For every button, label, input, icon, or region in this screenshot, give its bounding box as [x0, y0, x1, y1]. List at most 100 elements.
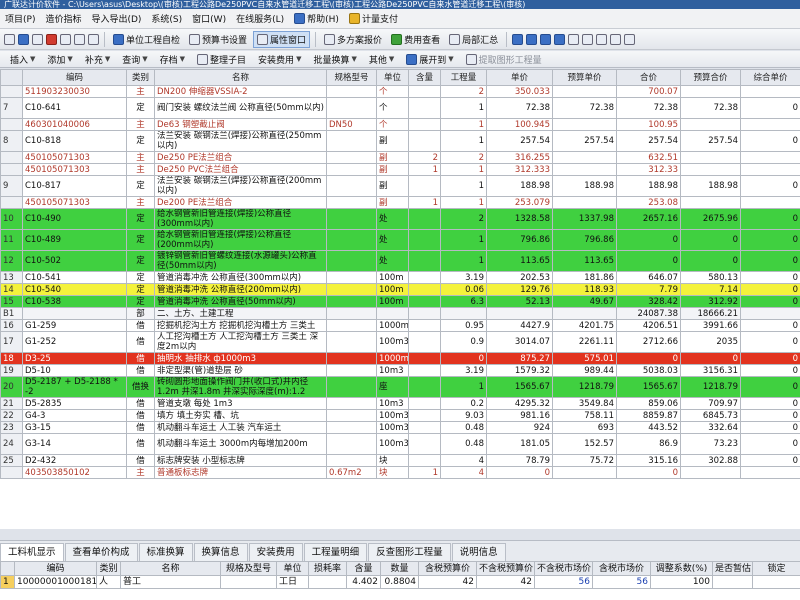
undo-icon[interactable]	[60, 33, 71, 45]
cell-quantity[interactable]: 0.48	[440, 433, 487, 455]
cell-total[interactable]: 24087.38	[616, 307, 681, 320]
cell-unit[interactable]: 副	[376, 163, 409, 176]
cell-spec[interactable]	[326, 250, 377, 272]
cell-spec[interactable]	[326, 130, 377, 152]
table-row[interactable]: 12 C10-502 定镀锌钢管新旧管螺纹连接(水源罐头)公称直径(50mm以内) 处…	[0, 250, 800, 272]
tab-description[interactable]: 说明信息	[451, 543, 506, 561]
cell-unit[interactable]: 100m	[376, 271, 409, 284]
cell-unit[interactable]: 个	[376, 118, 409, 131]
cell-price[interactable]: 113.65	[486, 250, 553, 272]
cell-budget-price[interactable]	[552, 151, 617, 164]
cell-budget-total[interactable]	[680, 163, 741, 176]
cell-ratio[interactable]	[408, 118, 441, 131]
cell-ratio[interactable]	[408, 433, 441, 455]
bottom-header-spec[interactable]: 规格及型号	[220, 561, 277, 576]
menu-window[interactable]: 窗口(W)	[187, 12, 231, 25]
bottom-header-lock[interactable]: 锁定	[752, 561, 800, 576]
cell-comp-price[interactable]: 0	[740, 454, 800, 467]
cell-price[interactable]: 4427.9	[486, 319, 553, 332]
cell-ratio[interactable]	[408, 331, 441, 353]
cell-total[interactable]: 632.51	[616, 151, 681, 164]
cell-code[interactable]: C10-817	[22, 175, 127, 197]
cell-price[interactable]: 181.05	[486, 433, 553, 455]
cell-quantity[interactable]: 1	[440, 130, 487, 152]
cell-budget-total[interactable]: 1218.79	[680, 376, 741, 398]
cell-name[interactable]: 管道消毒冲洗 公称直径(300mm以内)	[154, 271, 327, 284]
cell-code[interactable]: 450105071303	[22, 151, 127, 164]
cell-unit[interactable]: 100m3	[376, 421, 409, 434]
cell-price[interactable]: 253.079	[486, 196, 553, 209]
organize-items-button[interactable]: 整理子目	[193, 53, 250, 66]
other-button[interactable]: 其他 ▼	[365, 53, 398, 66]
cell-ratio[interactable]	[408, 85, 441, 98]
query-button[interactable]: 查询 ▼	[118, 53, 151, 66]
cell-quantity[interactable]: 1	[440, 97, 487, 119]
cell-category[interactable]: 借	[126, 364, 155, 377]
cell-comp-price[interactable]: 0	[740, 352, 800, 365]
cell-code[interactable]: C10-490	[22, 208, 127, 230]
cell-code[interactable]: D5-2835	[22, 397, 127, 410]
tab-reverse-graphic[interactable]: 反查图形工程量	[368, 543, 451, 561]
cell-ratio[interactable]: 1	[408, 163, 441, 176]
cell-spec[interactable]	[326, 208, 377, 230]
header-budget-price[interactable]: 预算单价	[552, 69, 617, 86]
menu-system[interactable]: 系统(S)	[146, 12, 187, 25]
cell-budget-total[interactable]: 73.23	[680, 433, 741, 455]
bottom-cell-lock[interactable]	[752, 575, 800, 589]
cell-spec[interactable]	[326, 421, 377, 434]
cell-total[interactable]: 7.79	[616, 283, 681, 296]
cell-name[interactable]: 法兰安装 碳钢法兰(焊接)公称直径(250mm以内)	[154, 130, 327, 152]
cell-name[interactable]: 管道消毒冲洗 公称直径(50mm以内)	[154, 295, 327, 308]
cell-price[interactable]: 52.13	[486, 295, 553, 308]
cell-comp-price[interactable]: 0	[740, 271, 800, 284]
cell-code[interactable]: 450105071303	[22, 196, 127, 209]
budget-grid[interactable]: 编码 类别 名称 规格型号 单位 含量 工程量 单价 预算单价 合价 预算合价 …	[0, 69, 800, 529]
cell-budget-price[interactable]: 1218.79	[552, 376, 617, 398]
cell-spec[interactable]	[326, 271, 377, 284]
budget-settings-button[interactable]: 预算书设置	[186, 32, 250, 47]
cell-budget-price[interactable]: 1337.98	[552, 208, 617, 230]
material-row[interactable]: 450105071303 主 De200 PE法兰组合副 1 1 253.079 253.0…	[0, 196, 800, 209]
cell-price[interactable]: 350.033	[486, 85, 553, 98]
cell-spec[interactable]	[326, 307, 377, 320]
cell-budget-price[interactable]: 181.86	[552, 271, 617, 284]
bottom-header-adjust[interactable]: 调整系数(%)	[650, 561, 713, 576]
cell-budget-price[interactable]	[552, 307, 617, 320]
cell-name[interactable]: De200 PE法兰组合	[154, 196, 327, 209]
cell-code[interactable]: G4-3	[22, 409, 127, 422]
cell-spec[interactable]	[326, 409, 377, 422]
cell-quantity[interactable]: 1	[440, 376, 487, 398]
cell-name[interactable]: 镀锌钢管新旧管螺纹连接(水源罐头)公称直径(50mm以内)	[154, 250, 327, 272]
cell-name[interactable]: 给水钢管新旧管连接(焊接)公称直径(300mm以内)	[154, 208, 327, 230]
cell-code[interactable]: C10-540	[22, 283, 127, 296]
cell-total[interactable]: 312.33	[616, 163, 681, 176]
cell-code[interactable]: G3-15	[22, 421, 127, 434]
cell-total[interactable]: 4206.51	[616, 319, 681, 332]
cell-unit[interactable]	[376, 307, 409, 320]
cell-code[interactable]: D3-25	[22, 352, 127, 365]
cell-unit[interactable]: 块	[376, 466, 409, 479]
cell-budget-total[interactable]: 0	[680, 352, 741, 365]
cell-unit[interactable]: 100m3	[376, 331, 409, 353]
table-row[interactable]: 7 C10-641 定阀门安装 螺纹法兰阀 公称直径(50mm以内) 个 1 72.38 7…	[0, 97, 800, 119]
cell-quantity[interactable]: 2	[440, 208, 487, 230]
cell-spec[interactable]	[326, 229, 377, 251]
cell-code[interactable]: D5-10	[22, 364, 127, 377]
cell-budget-total[interactable]: 0	[680, 250, 741, 272]
cell-budget-price[interactable]: 113.65	[552, 250, 617, 272]
bottom-header-notax-budget[interactable]: 不含税预算价	[476, 561, 535, 576]
cell-total[interactable]: 0	[616, 466, 681, 479]
cell-category[interactable]: 主	[126, 196, 155, 209]
cell-quantity[interactable]: 1	[440, 163, 487, 176]
cell-unit[interactable]: 处	[376, 208, 409, 230]
open-icon[interactable]	[18, 33, 29, 45]
cell-budget-price[interactable]: 152.57	[552, 433, 617, 455]
cell-unit[interactable]: 副	[376, 130, 409, 152]
cell-budget-total[interactable]: 3991.66	[680, 319, 741, 332]
cell-budget-price[interactable]: 49.67	[552, 295, 617, 308]
cell-category[interactable]: 定	[126, 283, 155, 296]
cell-quantity[interactable]: 2	[440, 85, 487, 98]
cell-name[interactable]: DN200 伸缩器VSSIA-2	[154, 85, 327, 98]
cell-comp-price[interactable]: 0	[740, 229, 800, 251]
cell-category[interactable]: 定	[126, 130, 155, 152]
